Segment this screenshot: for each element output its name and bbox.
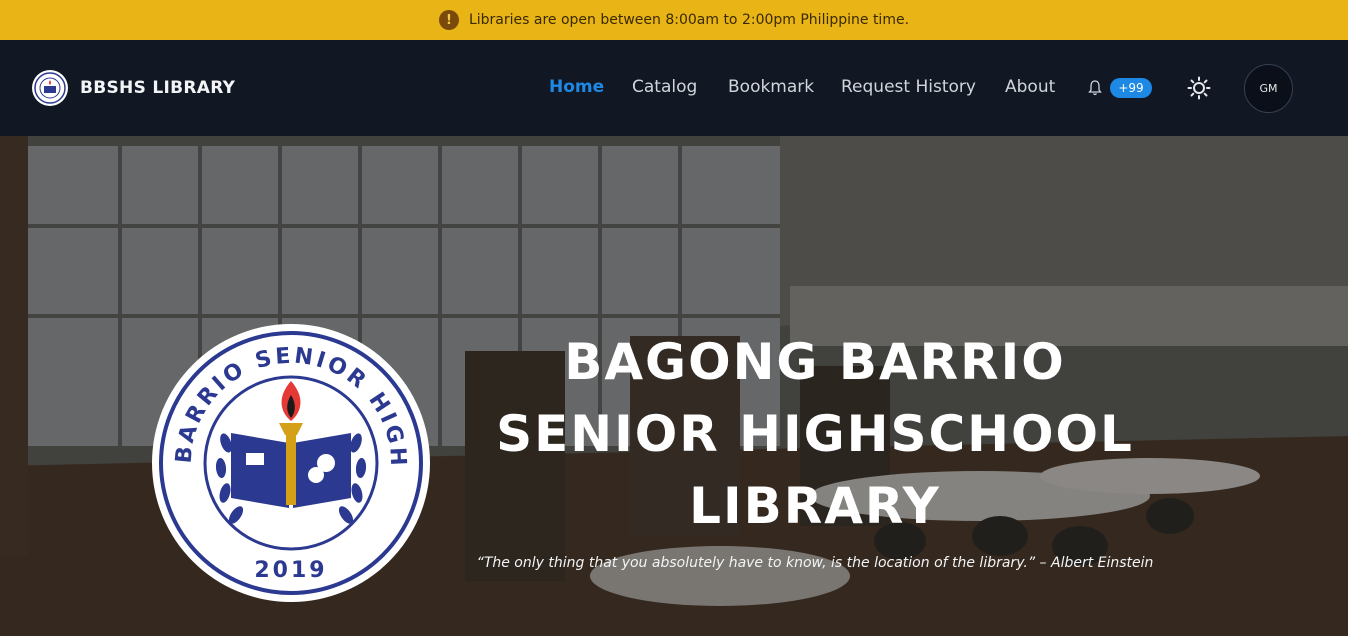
exclamation-icon: ! — [438, 10, 459, 30]
nav-request-history[interactable]: Request History — [841, 77, 976, 97]
hero-title-line: BAGONG BARRIO — [564, 333, 1066, 391]
notification-badge[interactable]: +99 — [1110, 78, 1152, 98]
top-navbar: BBSHS LIBRARY Home Catalog Bookmark Requ… — [0, 40, 1348, 136]
sun-icon[interactable] — [1187, 76, 1211, 100]
announcement-bar: ! Libraries are open between 8:00am to 2… — [0, 0, 1348, 40]
hero-quote: “The only thing that you absolutely have… — [476, 555, 1154, 571]
hero-banner: BAGONG BARRIO SENIOR HIGH SCHOOL 2019 — [0, 136, 1348, 636]
hero-title: BAGONG BARRIO SENIOR HIGHSCHOOL LIBRARY — [470, 326, 1160, 542]
school-logo-icon — [32, 70, 68, 106]
brand-name: BBSHS LIBRARY — [80, 78, 236, 98]
seal-year: 2019 — [254, 558, 327, 583]
nav-bookmark[interactable]: Bookmark — [728, 77, 814, 97]
avatar[interactable]: GM — [1244, 64, 1293, 113]
nav-home[interactable]: Home — [549, 77, 604, 97]
bell-icon[interactable] — [1088, 80, 1102, 96]
nav-catalog[interactable]: Catalog — [632, 77, 697, 97]
nav-about[interactable]: About — [1005, 77, 1055, 97]
school-seal: BAGONG BARRIO SENIOR HIGH SCHOOL 2019 — [140, 304, 431, 603]
brand[interactable]: BBSHS LIBRARY — [32, 70, 235, 106]
hero-title-line: LIBRARY — [689, 477, 941, 535]
hero-title-line: SENIOR HIGHSCHOOL — [496, 405, 1134, 463]
announcement-text: Libraries are open between 8:00am to 2:0… — [468, 12, 910, 28]
